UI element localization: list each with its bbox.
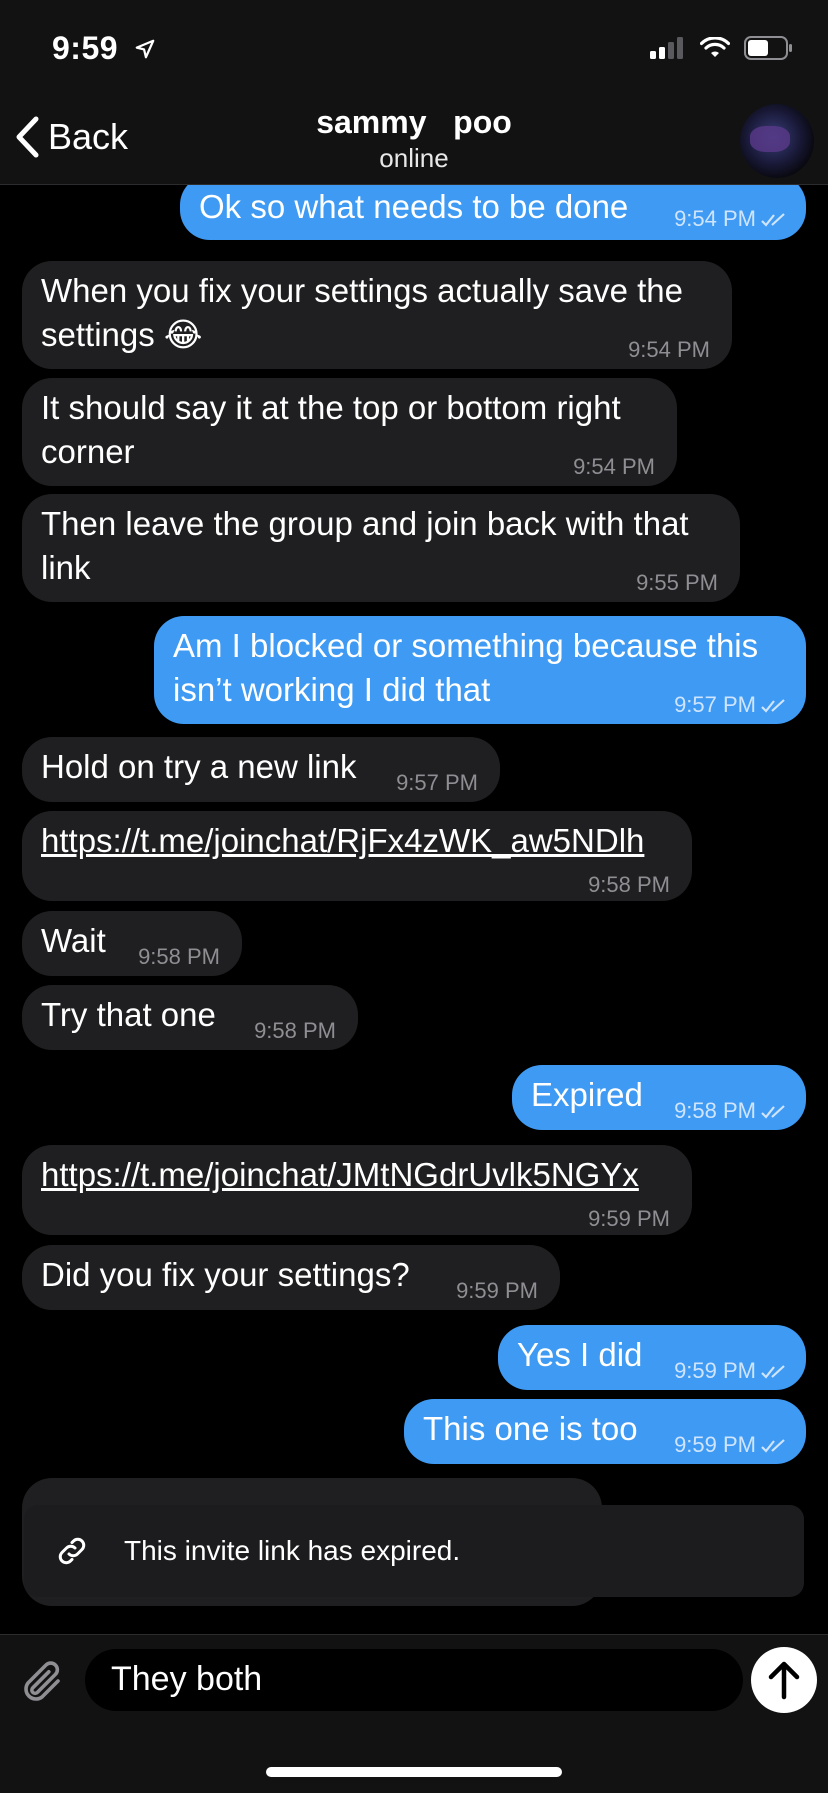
message-bubble-incoming[interactable]: Try that one 9:58 PM <box>22 985 358 1050</box>
message-time: 9:59 PM <box>674 1349 790 1393</box>
message-bubble-incoming[interactable]: https://t.me/joinchat/RjFx4zWK_aw5NDlh 9… <box>22 811 692 901</box>
message-text: Try that one <box>41 996 216 1033</box>
message-time: 9:58 PM <box>674 1089 790 1133</box>
chat-title[interactable]: sammy poo online <box>0 104 828 174</box>
status-indicators <box>650 36 794 60</box>
status-time: 9:59 <box>52 30 119 66</box>
message-time: 9:57 PM <box>396 770 478 795</box>
message-text: This one is too <box>423 1410 638 1447</box>
message-text: It should say it at the top or bottom ri… <box>41 389 621 470</box>
message-text: Then leave the group and join back with … <box>41 505 689 586</box>
wifi-icon <box>700 37 730 57</box>
message-input-value: They both <box>111 1660 263 1698</box>
double-check-icon <box>761 1105 785 1119</box>
invite-link[interactable]: https://t.me/joinchat/RjFx4zWK_aw5NDlh <box>41 819 644 863</box>
message-text: Hold on try a new link <box>41 748 357 785</box>
message-text: Ok so what needs to be done <box>199 188 629 225</box>
message-bubble-outgoing[interactable]: Am I blocked or something because this i… <box>154 616 806 724</box>
double-check-icon <box>761 1365 785 1379</box>
double-check-icon <box>761 213 785 227</box>
message-text: Did you fix your settings? <box>41 1256 410 1293</box>
message-text: Wait <box>41 922 106 959</box>
composer-bar: They both <box>0 1634 828 1793</box>
message-time: 9:59 PM <box>674 1423 790 1467</box>
message-input[interactable]: They both <box>85 1649 743 1711</box>
toast-text: This invite link has expired. <box>124 1535 461 1566</box>
contact-name: sammy poo <box>316 104 512 140</box>
message-bubble-incoming[interactable]: Wait 9:58 PM <box>22 911 242 976</box>
message-text: Expired <box>531 1076 643 1113</box>
message-bubble-outgoing[interactable]: Ok so what needs to be done 9:54 PM <box>180 185 806 240</box>
message-bubble-incoming[interactable]: https://t.me/joinchat/JMtNGdrUvlk5NGYx 9… <box>22 1145 692 1235</box>
message-time: 9:58 PM <box>588 872 670 897</box>
message-time: 9:54 PM <box>674 197 790 241</box>
message-bubble-outgoing[interactable]: Yes I did 9:59 PM <box>498 1325 806 1390</box>
message-bubble-incoming[interactable]: Hold on try a new link 9:57 PM <box>22 737 500 802</box>
signal-icon <box>650 37 683 59</box>
message-time: 9:59 PM <box>588 1206 670 1231</box>
contact-status: online <box>379 143 449 173</box>
double-check-icon <box>761 1439 785 1453</box>
message-bubble-outgoing[interactable]: Expired 9:58 PM <box>512 1065 806 1130</box>
message-time: 9:55 PM <box>636 570 718 595</box>
message-time: 9:57 PM <box>674 683 790 727</box>
message-list[interactable]: Ok so what needs to be done 9:54 PM When… <box>0 185 828 1635</box>
chat-header: Back sammy poo online <box>0 100 828 185</box>
message-time: 9:54 PM <box>573 454 655 479</box>
status-bar: 9:59 <box>0 0 828 100</box>
message-bubble-incoming[interactable]: Did you fix your settings? 9:59 PM <box>22 1245 560 1310</box>
message-bubble-outgoing[interactable]: This one is too 9:59 PM <box>404 1399 806 1464</box>
message-text: When you fix your settings actually save… <box>41 272 683 353</box>
message-bubble-incoming[interactable]: When you fix your settings actually save… <box>22 261 732 369</box>
send-arrow-icon <box>768 1661 800 1700</box>
message-bubble-incoming[interactable]: Then leave the group and join back with … <box>22 494 740 602</box>
double-check-icon <box>761 699 785 713</box>
message-time: 9:58 PM <box>254 1018 336 1043</box>
battery-icon <box>744 36 792 60</box>
message-time: 9:58 PM <box>138 944 220 969</box>
message-time: 9:59 PM <box>456 1278 538 1303</box>
paperclip-icon[interactable] <box>18 1657 66 1709</box>
avatar[interactable] <box>740 104 814 178</box>
message-text: Am I blocked or something because this i… <box>173 627 759 708</box>
message-bubble-incoming[interactable]: It should say it at the top or bottom ri… <box>22 378 677 486</box>
invite-link[interactable]: https://t.me/joinchat/JMtNGdrUvlk5NGYx <box>41 1153 639 1197</box>
expired-link-toast: This invite link has expired. <box>24 1505 804 1597</box>
send-button[interactable] <box>751 1647 817 1713</box>
message-text: Yes I did <box>517 1336 643 1373</box>
home-indicator[interactable] <box>266 1767 562 1777</box>
message-time: 9:54 PM <box>628 337 710 362</box>
link-icon <box>58 1537 86 1565</box>
location-arrow-icon <box>135 39 155 59</box>
